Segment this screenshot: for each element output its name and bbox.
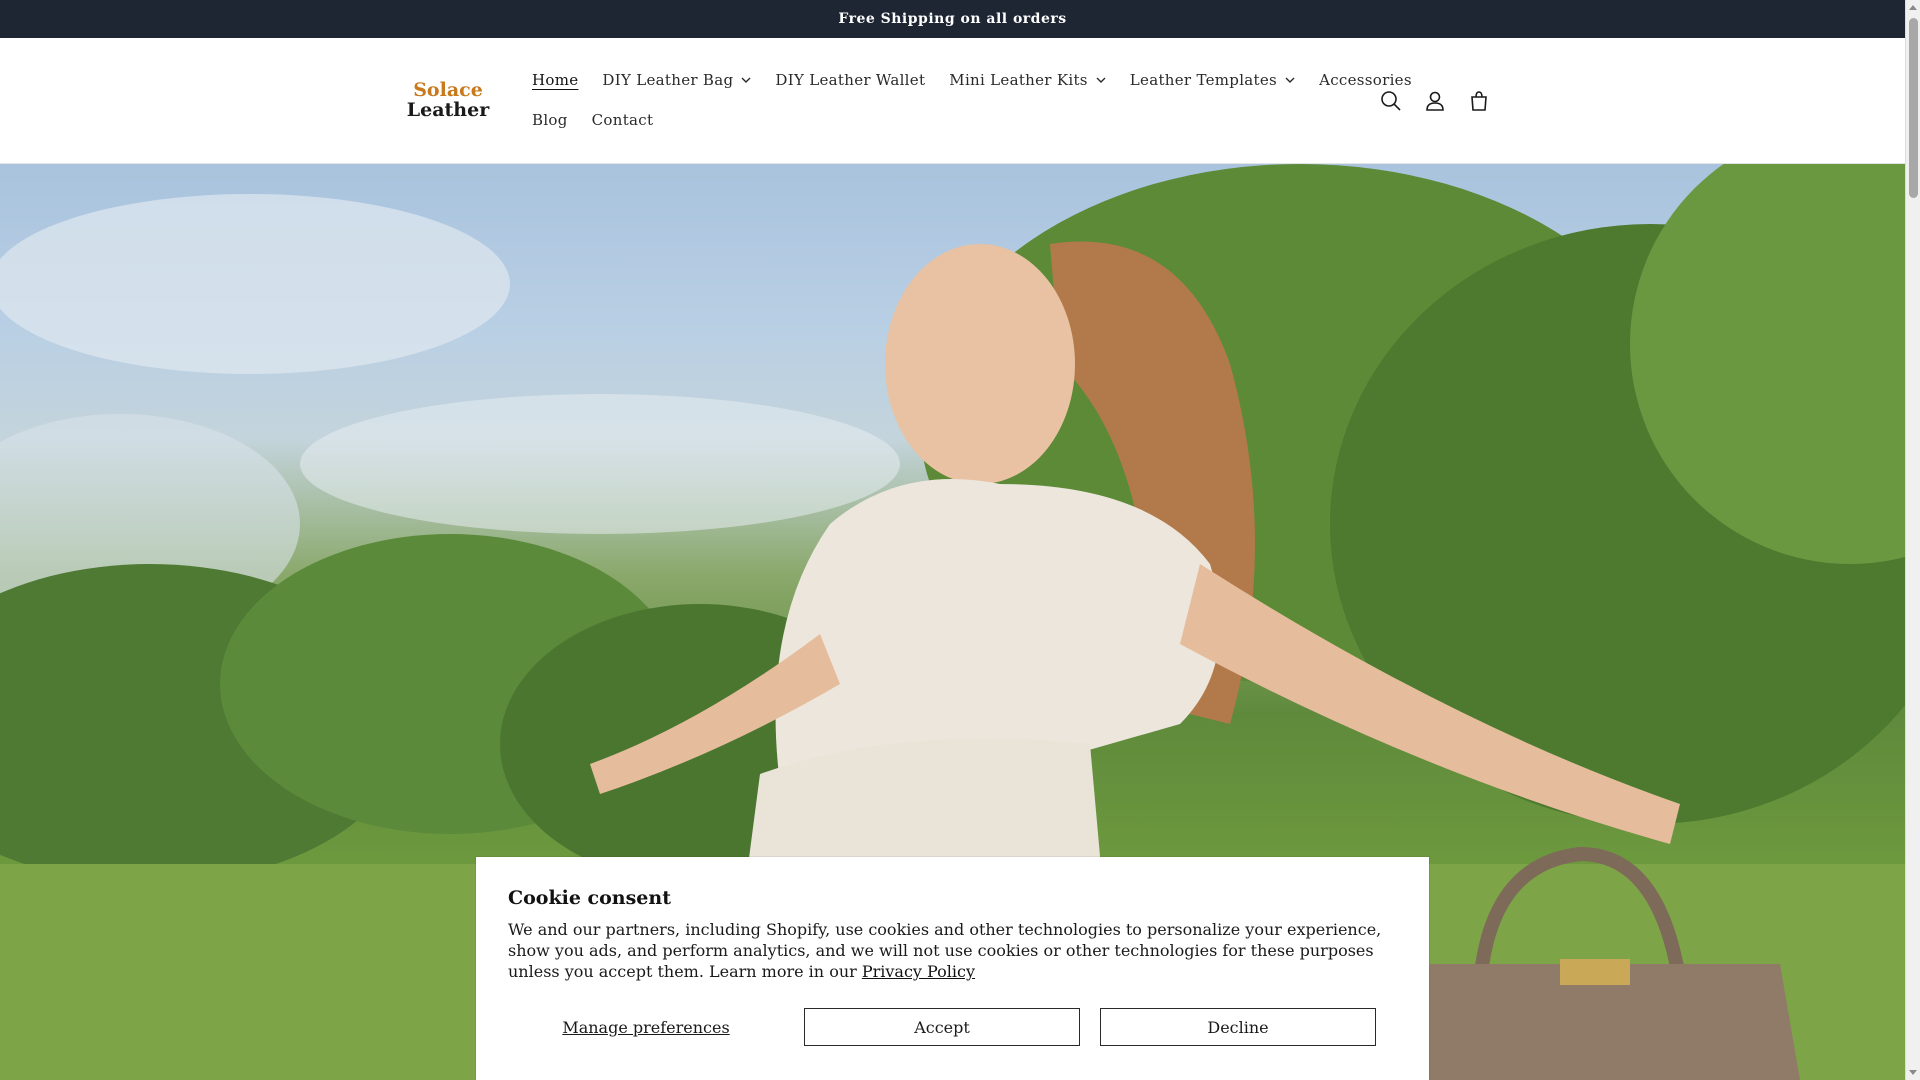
nav-item-diy-leather-bag[interactable]: DIY Leather Bag	[590, 71, 763, 89]
cart-icon[interactable]	[1464, 86, 1494, 116]
site-logo[interactable]: Solace Leather	[404, 80, 492, 120]
cookie-actions: Manage preferences Accept Decline	[508, 1008, 1397, 1046]
main-nav: Home DIY Leather Bag DIY Leather Wallet …	[520, 60, 1412, 140]
nav-item-home[interactable]: Home	[520, 71, 590, 89]
chevron-down-icon	[741, 77, 751, 83]
header-icons	[1376, 86, 1494, 116]
nav-item-label: Contact	[591, 111, 654, 129]
account-icon[interactable]	[1420, 86, 1450, 116]
nav-item-blog[interactable]: Blog	[520, 111, 580, 129]
scroll-down-arrow[interactable]	[1909, 1070, 1917, 1075]
chevron-down-icon	[1096, 77, 1106, 83]
nav-item-label: DIY Leather Wallet	[775, 71, 926, 89]
site-header: Solace Leather Home DIY Leather Bag DIY …	[0, 38, 1905, 164]
cookie-consent-dialog: Cookie consent We and our partners, incl…	[476, 857, 1429, 1080]
nav-item-contact[interactable]: Contact	[580, 111, 666, 129]
nav-item-label: Home	[532, 71, 579, 89]
page-scrollbar[interactable]	[1905, 0, 1920, 1080]
search-icon[interactable]	[1376, 86, 1406, 116]
nav-row-1: Home DIY Leather Bag DIY Leather Wallet …	[520, 60, 1412, 100]
nav-item-label: Leather Templates	[1129, 71, 1278, 89]
scroll-up-arrow[interactable]	[1909, 5, 1917, 10]
announcement-bar: Free Shipping on all orders	[0, 0, 1905, 38]
manage-preferences-button[interactable]: Manage preferences	[508, 1018, 784, 1037]
nav-item-mini-leather-kits[interactable]: Mini Leather Kits	[937, 71, 1118, 89]
logo-line-2: Leather	[406, 99, 490, 121]
nav-item-diy-leather-wallet[interactable]: DIY Leather Wallet	[763, 71, 937, 89]
nav-item-leather-templates[interactable]: Leather Templates	[1118, 71, 1307, 89]
scroll-thumb[interactable]	[1909, 18, 1918, 198]
accept-button[interactable]: Accept	[804, 1008, 1080, 1046]
privacy-policy-link[interactable]: Privacy Policy	[862, 962, 975, 981]
decline-button[interactable]: Decline	[1100, 1008, 1376, 1046]
cookie-title: Cookie consent	[508, 887, 671, 909]
chevron-down-icon	[1285, 77, 1295, 83]
announcement-text: Free Shipping on all orders	[838, 11, 1067, 27]
cookie-body: We and our partners, including Shopify, …	[508, 919, 1388, 982]
logo-line-1: Solace	[413, 79, 483, 101]
nav-item-label: Mini Leather Kits	[949, 71, 1088, 89]
nav-row-2: Blog Contact	[520, 100, 1340, 140]
nav-item-label: Blog	[532, 111, 568, 129]
nav-item-label: DIY Leather Bag	[602, 71, 734, 89]
